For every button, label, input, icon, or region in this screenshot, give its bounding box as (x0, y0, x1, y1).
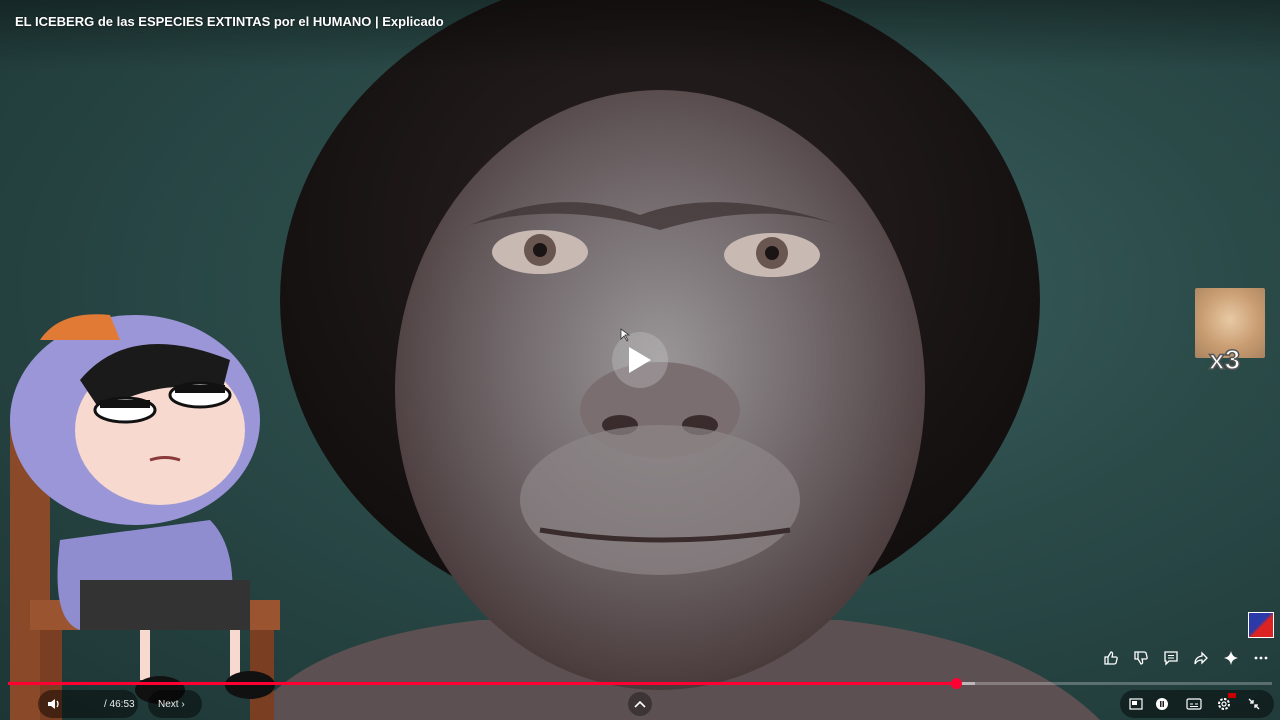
like-button[interactable] (1096, 646, 1126, 670)
comments-button[interactable] (1156, 646, 1186, 670)
video-title[interactable]: EL ICEBERG de las ESPECIES EXTINTAS por … (15, 14, 444, 29)
title-overlay: EL ICEBERG de las ESPECIES EXTINTAS por … (0, 0, 1280, 70)
autoplay-icon (1156, 698, 1168, 710)
captions-button[interactable] (1184, 694, 1204, 714)
chapter-label: Next › (158, 699, 185, 710)
video-player[interactable]: EL ICEBERG de las ESPECIES EXTINTAS por … (0, 0, 1280, 720)
progress-played (8, 682, 956, 685)
time-display: / 46:53 (104, 699, 135, 710)
left-controls: / 46:53 (38, 690, 138, 718)
volume-icon (48, 699, 59, 709)
chevron-up-icon (634, 700, 646, 708)
thumb-down-icon (1134, 651, 1148, 665)
share-icon (1194, 651, 1208, 665)
miniplayer-button[interactable] (1126, 694, 1146, 714)
progress-bar[interactable] (8, 678, 1272, 689)
more-icon (1254, 656, 1268, 660)
settings-icon (1218, 698, 1230, 710)
more-button[interactable] (1246, 646, 1276, 670)
volume-button[interactable] (44, 694, 64, 714)
expand-more-button[interactable] (628, 692, 652, 716)
settings-button[interactable] (1214, 693, 1236, 714)
hd-badge (1228, 693, 1236, 698)
dislike-button[interactable] (1126, 646, 1156, 670)
action-bar (1096, 646, 1276, 670)
captions-icon (1186, 698, 1202, 710)
streamer-avatar-overlay (10, 314, 280, 720)
right-controls (1120, 690, 1274, 718)
play-icon (629, 347, 651, 373)
chapter-pill[interactable]: Next › (148, 690, 202, 718)
cat-sticker-overlay: x3 (1195, 288, 1267, 380)
comment-icon (1164, 651, 1178, 666)
thumb-up-icon (1104, 651, 1118, 665)
exit-fullscreen-icon (1248, 698, 1260, 710)
miniplayer-icon (1129, 698, 1143, 710)
exit-fullscreen-button[interactable] (1244, 694, 1264, 714)
ask-button[interactable] (1216, 646, 1246, 670)
autoplay-toggle[interactable] (1152, 694, 1172, 714)
sparkle-icon (1224, 651, 1238, 665)
mouse-cursor-icon (620, 328, 630, 342)
cat-count: x3 (1208, 343, 1241, 376)
share-button[interactable] (1186, 646, 1216, 670)
channel-badge-icon[interactable] (1248, 612, 1274, 638)
